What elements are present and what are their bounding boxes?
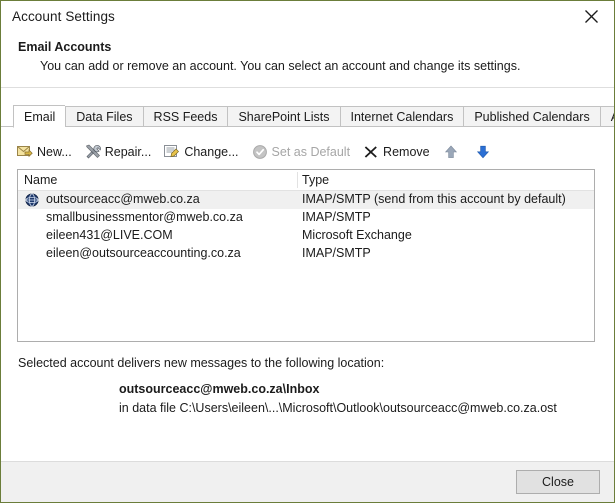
tab-label: Internet Calendars xyxy=(350,109,454,124)
tab-label: Address Books xyxy=(611,110,614,124)
account-name: outsourceacc@mweb.co.za xyxy=(46,192,200,206)
tab-rss-feeds[interactable]: RSS Feeds xyxy=(142,106,228,127)
delivery-data-file: in data file C:\Users\eileen\...\Microso… xyxy=(119,401,557,415)
accounts-list[interactable]: Name Type outsourceacc@mweb.co.za IMAP/S… xyxy=(17,169,595,342)
dialog-footer: Close xyxy=(1,461,614,502)
tab-address-books[interactable]: Address Books xyxy=(599,106,614,127)
page-title: Email Accounts xyxy=(18,40,112,54)
move-down-button[interactable] xyxy=(475,141,491,163)
close-window-button[interactable] xyxy=(568,1,614,32)
tab-internet-calendars[interactable]: Internet Calendars xyxy=(339,106,464,127)
account-name: eileen@outsourceaccounting.co.za xyxy=(46,246,241,260)
page-description: You can add or remove an account. You ca… xyxy=(40,59,521,73)
arrow-down-icon xyxy=(476,145,489,159)
title-bar: Account Settings xyxy=(1,1,614,34)
toolbar-item-label: Set as Default xyxy=(271,145,351,159)
change-account-button[interactable]: Change... xyxy=(164,141,239,163)
toolbar-item-label: Change... xyxy=(184,145,239,159)
table-row[interactable]: eileen431@LIVE.COM Microsoft Exchange xyxy=(18,227,594,245)
repair-account-button[interactable]: Repair... xyxy=(85,141,152,163)
close-x-icon xyxy=(584,10,598,23)
account-settings-dialog: Account Settings Email Accounts You can … xyxy=(0,0,615,503)
window-title: Account Settings xyxy=(12,9,115,24)
table-row[interactable]: eileen@outsourceaccounting.co.za IMAP/SM… xyxy=(18,245,594,263)
globe-account-icon xyxy=(25,193,39,207)
toolbar-item-label: Repair... xyxy=(104,145,152,159)
new-account-button[interactable]: New... xyxy=(17,141,72,163)
account-type: IMAP/SMTP (send from this account by def… xyxy=(302,192,566,206)
tab-sharepoint-lists[interactable]: SharePoint Lists xyxy=(227,106,340,127)
remove-x-icon xyxy=(364,146,377,158)
tab-email[interactable]: Email xyxy=(13,105,66,128)
column-divider[interactable] xyxy=(297,172,298,188)
change-settings-icon xyxy=(164,145,180,158)
header-divider xyxy=(1,87,614,88)
tab-published-calendars[interactable]: Published Calendars xyxy=(463,106,600,127)
tab-label: Data Files xyxy=(76,109,133,124)
set-as-default-button[interactable]: Set as Default xyxy=(252,141,351,163)
column-header-name[interactable]: Name xyxy=(24,173,57,187)
arrow-up-icon xyxy=(444,145,457,158)
table-row[interactable]: outsourceacc@mweb.co.za IMAP/SMTP (send … xyxy=(18,191,594,209)
table-row[interactable]: smallbusinessmentor@mweb.co.za IMAP/SMTP xyxy=(18,209,594,227)
remove-account-button[interactable]: Remove xyxy=(363,141,430,163)
delivery-location-target: outsourceacc@mweb.co.za\Inbox xyxy=(119,382,320,396)
set-default-check-icon xyxy=(252,145,267,159)
tab-label: RSS Feeds xyxy=(153,109,218,124)
close-button[interactable]: Close xyxy=(516,470,600,494)
column-header-type[interactable]: Type xyxy=(302,173,329,187)
new-mail-icon xyxy=(17,146,33,158)
accounts-toolbar: New... Repair... Change... Set as Defaul… xyxy=(17,141,507,163)
account-name: smallbusinessmentor@mweb.co.za xyxy=(46,210,243,224)
delivery-location-label: Selected account delivers new messages t… xyxy=(18,356,385,370)
account-type: IMAP/SMTP xyxy=(302,246,371,260)
move-up-button[interactable] xyxy=(443,141,459,163)
tab-label: Published Calendars xyxy=(474,109,590,124)
repair-tools-icon xyxy=(85,144,101,159)
tab-strip: Email Data Files RSS Feeds SharePoint Li… xyxy=(13,105,614,128)
tab-label: SharePoint Lists xyxy=(238,109,330,124)
tab-label: Email xyxy=(24,109,56,124)
toolbar-item-label: Remove xyxy=(383,145,430,159)
account-type: IMAP/SMTP xyxy=(302,210,371,224)
account-name: eileen431@LIVE.COM xyxy=(46,228,173,242)
toolbar-item-label: New... xyxy=(37,145,72,159)
accounts-list-header: Name Type xyxy=(18,170,594,191)
tab-data-files[interactable]: Data Files xyxy=(65,106,143,127)
account-type: Microsoft Exchange xyxy=(302,228,412,242)
